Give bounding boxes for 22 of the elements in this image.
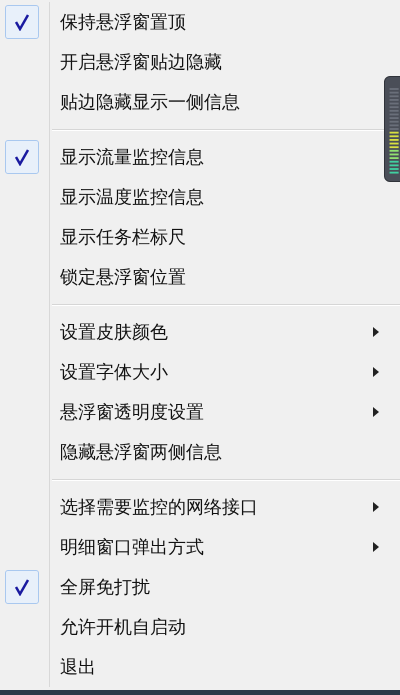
menu-item[interactable]: 选择需要监控的网络接口: [60, 495, 258, 519]
menu-item[interactable]: 允许开机自启动: [60, 615, 186, 639]
menu-item[interactable]: 显示温度监控信息: [60, 185, 204, 209]
menu-item[interactable]: 保持悬浮窗置顶: [60, 10, 186, 34]
menu-item[interactable]: 贴边隐藏显示一侧信息: [60, 90, 240, 114]
checkbox[interactable]: [4, 5, 38, 39]
menu-item[interactable]: 全屏免打扰: [60, 575, 150, 599]
menu-item[interactable]: 显示任务栏标尺: [60, 225, 186, 249]
menu-item[interactable]: 隐藏悬浮窗两侧信息: [60, 440, 222, 464]
menu-item[interactable]: 锁定悬浮窗位置: [60, 265, 186, 289]
check-icon: [14, 578, 30, 596]
checkbox[interactable]: [4, 140, 38, 174]
menu-item[interactable]: 悬浮窗透明度设置: [60, 400, 204, 424]
menu-item[interactable]: 退出: [60, 655, 96, 679]
menu-item[interactable]: 明细窗口弹出方式: [60, 535, 204, 559]
checkbox[interactable]: [4, 570, 38, 604]
menu-item[interactable]: 开启悬浮窗贴边隐藏: [60, 50, 222, 74]
menu-item[interactable]: 设置皮肤颜色: [60, 320, 168, 344]
check-icon: [14, 148, 30, 166]
menu-item[interactable]: 显示流量监控信息: [60, 145, 204, 169]
menu-item[interactable]: 设置字体大小: [60, 360, 168, 384]
check-icon: [14, 13, 30, 31]
